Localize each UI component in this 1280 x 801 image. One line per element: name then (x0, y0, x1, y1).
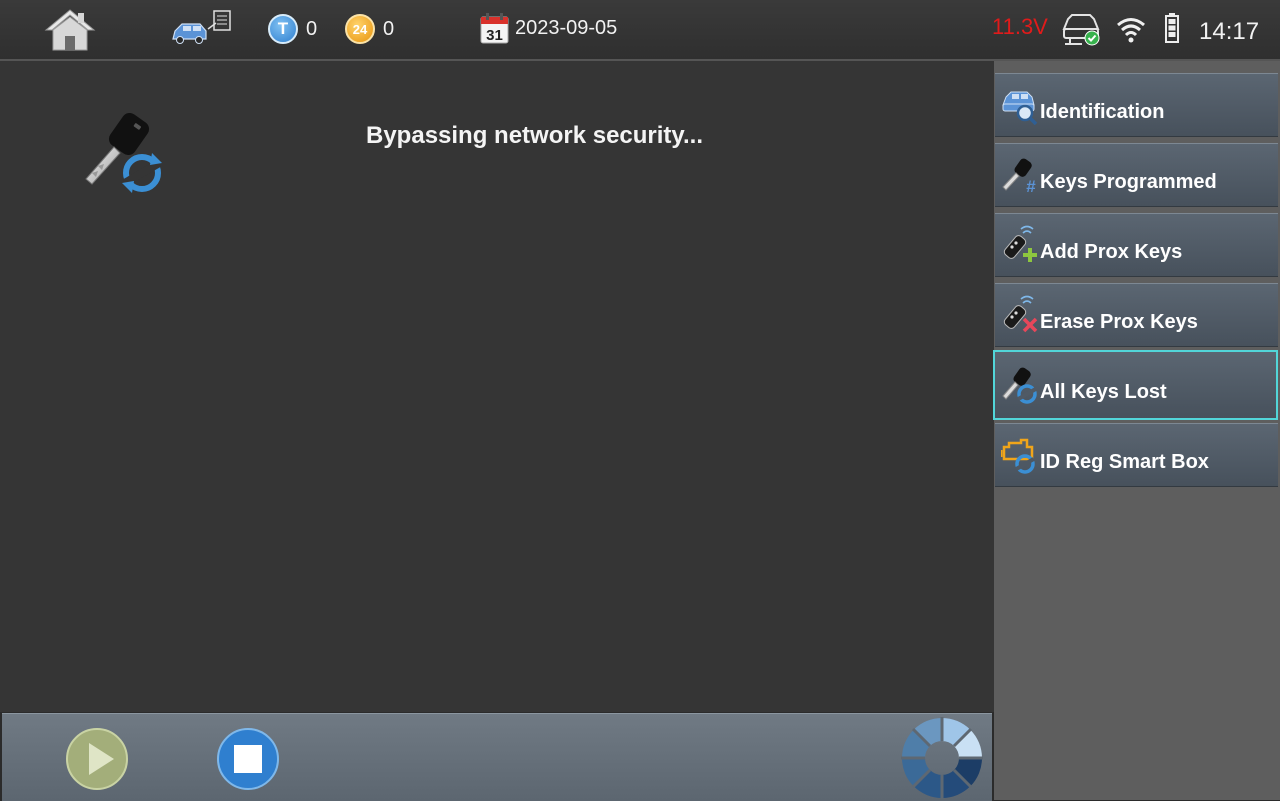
counter-24: 24 0 (345, 14, 394, 44)
sidebar-item-add-prox-keys[interactable]: Add Prox Keys (995, 213, 1278, 277)
loading-spinner-icon (901, 717, 983, 799)
sidebar-item-id-reg-smart-box[interactable]: ID Reg Smart Box (995, 423, 1278, 487)
sidebar-item-label: Erase Prox Keys (1040, 310, 1198, 333)
wifi-icon (1117, 18, 1145, 43)
stop-icon (217, 728, 279, 790)
counter-24-badge: 24 (352, 21, 368, 37)
token-t-badge: T (277, 19, 289, 38)
play-icon (66, 728, 128, 790)
car-search-icon (1002, 91, 1038, 125)
key-refresh-icon (1002, 367, 1037, 404)
home-button[interactable] (44, 8, 96, 52)
calendar-day: 31 (486, 27, 503, 44)
main-panel: Bypassing network security... (0, 61, 994, 712)
car-connected-icon (1062, 14, 1100, 46)
svg-text:#: # (1026, 177, 1036, 195)
sidebar-item-label: ID Reg Smart Box (1040, 450, 1209, 473)
sidebar-item-erase-prox-keys[interactable]: Erase Prox Keys (995, 283, 1278, 347)
battery-status (1165, 13, 1179, 43)
sidebar-item-label: Add Prox Keys (1040, 240, 1183, 263)
counter-24-count: 0 (383, 17, 395, 40)
battery-voltage: 11.3V (992, 14, 1048, 39)
play-button[interactable] (66, 728, 128, 790)
key-refresh-icon (85, 113, 162, 193)
sidebar-item-label: All Keys Lost (1040, 380, 1167, 403)
date-display: 31 2023-09-05 (480, 13, 617, 44)
wifi-status (1116, 14, 1146, 44)
status-bar: T 0 24 0 31 2023-09-05 11.3V 14:17 (0, 0, 1280, 61)
bottom-toolbar (2, 713, 992, 801)
smartbox-refresh-icon (1001, 438, 1035, 474)
battery-icon (1165, 13, 1179, 43)
current-date: 2023-09-05 (515, 17, 618, 39)
vehicle-report-button[interactable] (170, 9, 232, 49)
function-sidebar: Identification # Keys Programmed Add Pro… (993, 61, 1280, 800)
sidebar-item-label: Keys Programmed (1040, 170, 1217, 193)
token-t-count: 0 (306, 17, 318, 40)
clock: 14:17 (1199, 18, 1260, 45)
vehicle-report-icon (172, 10, 231, 44)
key-count-icon: # (1002, 158, 1036, 195)
prox-key-add-icon (1003, 225, 1037, 262)
stop-button[interactable] (217, 728, 279, 790)
token-t-icon: T (268, 14, 298, 44)
token-counter: T 0 (268, 14, 317, 44)
sidebar-item-all-keys-lost[interactable]: All Keys Lost (993, 350, 1278, 420)
home-icon (44, 9, 96, 51)
sidebar-item-keys-programmed[interactable]: # Keys Programmed (995, 143, 1278, 207)
sidebar-item-identification[interactable]: Identification (995, 73, 1278, 137)
calendar-icon: 31 (480, 13, 509, 44)
sidebar-item-label: Identification (1040, 100, 1165, 123)
vehicle-connection-status (1062, 11, 1102, 47)
counter-24-icon: 24 (345, 14, 375, 44)
status-message: Bypassing network security... (366, 122, 703, 149)
prox-key-erase-icon (1003, 295, 1038, 333)
